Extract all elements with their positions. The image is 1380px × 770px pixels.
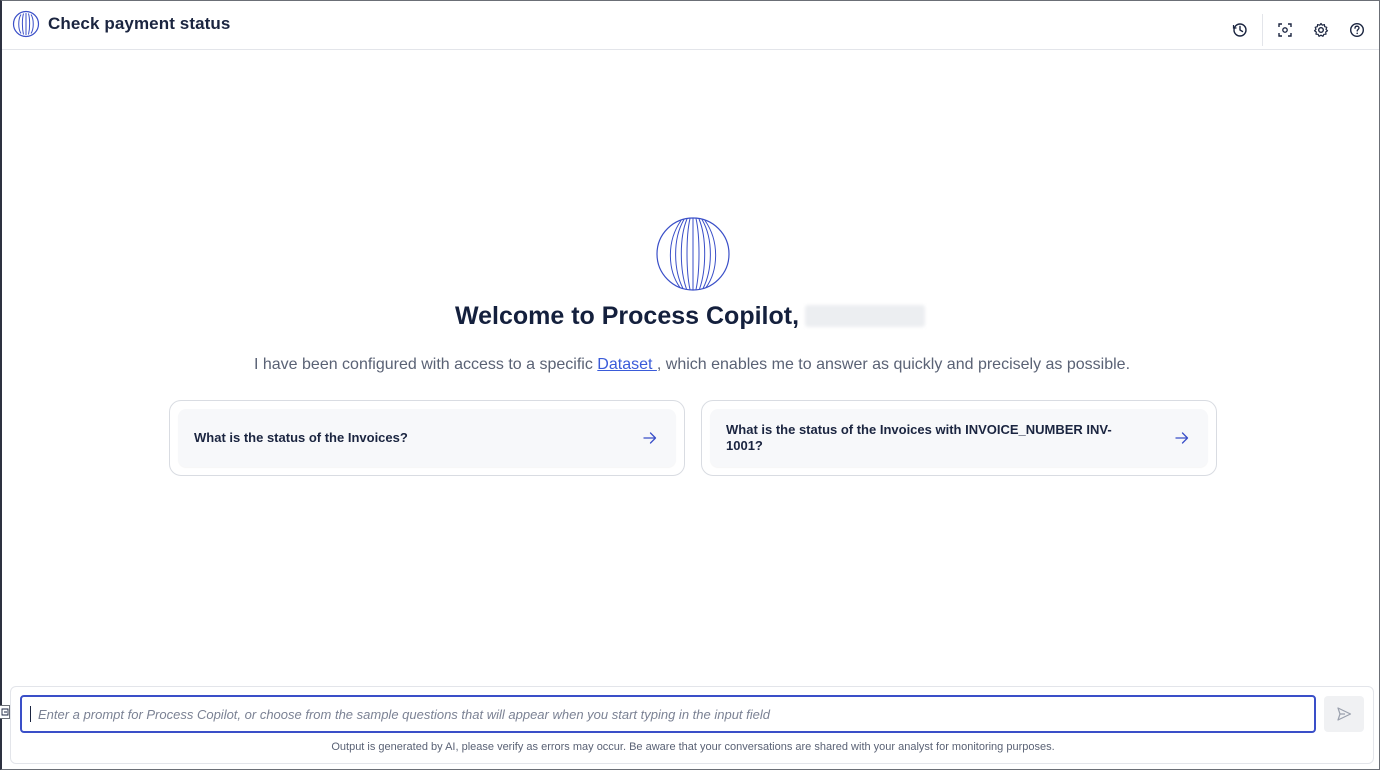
intro-text: I have been configured with access to a … bbox=[0, 356, 1380, 374]
intro-text-before: I have been configured with access to a … bbox=[253, 356, 598, 373]
prompt-area: Output is generated by AI, please verify… bbox=[10, 686, 1374, 764]
suggestion-button[interactable]: What is the status of the Invoices? bbox=[178, 409, 676, 467]
ai-disclaimer: Output is generated by AI, please verify… bbox=[331, 741, 1055, 753]
welcome-heading-text: Welcome to Process Copilot, bbox=[454, 302, 800, 330]
suggestion-card: What is the status of the Invoices with … bbox=[701, 400, 1217, 476]
header-actions bbox=[1216, 14, 1369, 46]
top-bar: Check payment status bbox=[2, 1, 1379, 50]
arrow-right-icon bbox=[1174, 430, 1190, 446]
gear-icon[interactable] bbox=[1309, 18, 1333, 42]
suggestion-text: What is the status of the Invoices with … bbox=[726, 422, 1112, 453]
prompt-input-wrapper[interactable] bbox=[20, 695, 1316, 733]
screen-capture-icon[interactable] bbox=[1273, 18, 1297, 42]
help-icon[interactable] bbox=[1345, 18, 1369, 42]
user-name-redacted bbox=[805, 305, 926, 327]
expand-icon bbox=[1, 708, 8, 716]
text-caret bbox=[30, 706, 31, 722]
suggestion-text: What is the status of the Invoices? bbox=[194, 430, 408, 445]
send-icon bbox=[1337, 707, 1352, 721]
suggestion-button[interactable]: What is the status of the Invoices with … bbox=[710, 409, 1208, 467]
send-button[interactable] bbox=[1324, 696, 1364, 732]
dataset-link[interactable]: Dataset bbox=[597, 356, 657, 373]
process-copilot-logo-icon bbox=[656, 217, 730, 291]
intro-text-after: , which enables me to answer as quickly … bbox=[656, 356, 1131, 373]
copilot-logo-icon bbox=[12, 10, 40, 38]
expand-panel-handle[interactable] bbox=[0, 705, 10, 719]
page-title: Check payment status bbox=[48, 14, 231, 33]
prompt-input[interactable] bbox=[38, 706, 1314, 722]
app-window bbox=[0, 0, 1380, 770]
history-icon[interactable] bbox=[1228, 18, 1252, 42]
arrow-right-icon bbox=[642, 430, 658, 446]
header-divider bbox=[1262, 14, 1263, 46]
welcome-heading: Welcome to Process Copilot, bbox=[0, 302, 1380, 331]
suggestion-card: What is the status of the Invoices? bbox=[169, 400, 685, 476]
